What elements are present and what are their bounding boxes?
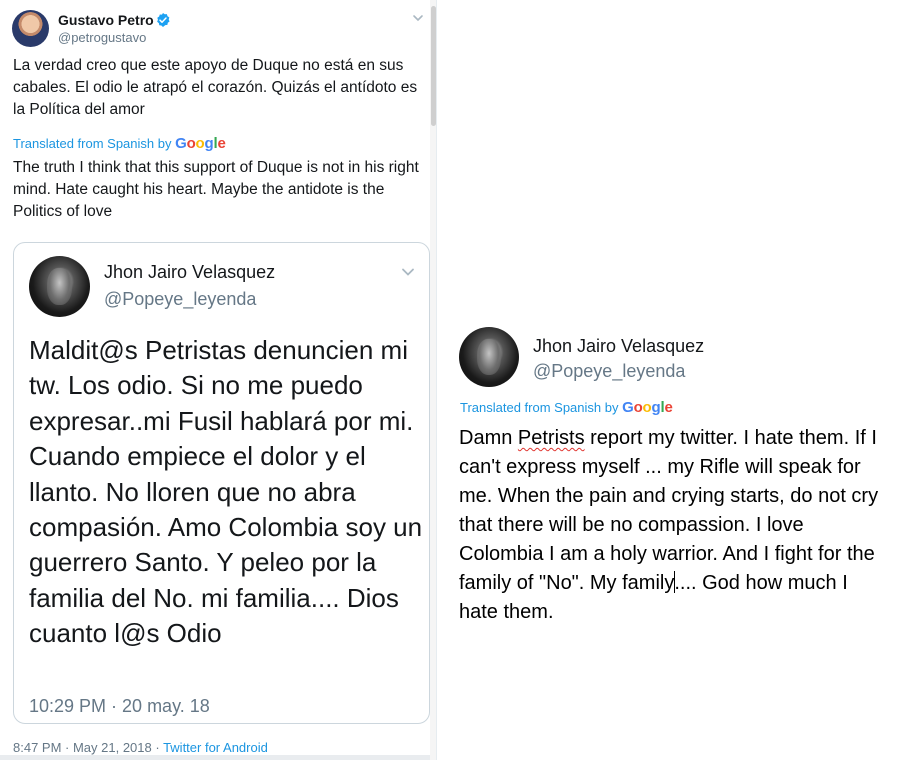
tweet-author-handle[interactable]: @petrogustavo (58, 30, 146, 45)
quoted-tweet-date[interactable]: 10:29 PM · 20 may. 18 (29, 696, 210, 717)
author-name[interactable]: Jhon Jairo Velasquez (533, 336, 704, 357)
translation-segment: Damn (459, 427, 518, 449)
tweet-author-name[interactable]: Gustavo Petro (58, 12, 154, 28)
google-logo: Google (175, 135, 226, 152)
translation-text[interactable]: Damn Petrists report my twitter. I hate … (459, 424, 879, 627)
translation-segment: report my twitter. I hate them. If I can… (459, 427, 879, 594)
tweet-source-link[interactable]: Twitter for Android (163, 740, 268, 755)
verified-badge-icon (157, 13, 170, 27)
tweet-translation: The truth I think that this support of D… (13, 159, 419, 220)
petro-avatar[interactable] (12, 10, 49, 47)
popeye-avatar[interactable] (29, 256, 90, 317)
translated-label[interactable]: Translated from Spanish by Google (460, 399, 673, 416)
google-logo: Google (622, 399, 673, 416)
translated-text: Translated from Spanish by (460, 400, 619, 415)
misspelled-word: Petrists (517, 427, 585, 449)
translated-text: Translated from Spanish by (13, 136, 172, 151)
chevron-down-icon[interactable] (401, 266, 415, 278)
popeye-avatar[interactable] (459, 327, 519, 387)
tweet-text: La verdad creo que este apoyo de Duque n… (13, 57, 418, 118)
author-handle[interactable]: @Popeye_leyenda (533, 361, 685, 382)
original-tweet-panel: Gustavo Petro @petrogustavo La verdad cr… (0, 0, 436, 760)
tweet-meta: 8:47 PM · May 21, 2018 · Twitter for And… (13, 740, 268, 755)
divider (0, 755, 436, 760)
translated-label[interactable]: Translated from Spanish by Google (13, 135, 226, 152)
tweet-timestamp[interactable]: 8:47 PM · May 21, 2018 · (13, 740, 163, 755)
quoted-tweet-text: Maldit@s Petristas denuncien mi tw. Los … (29, 335, 423, 649)
chevron-down-icon[interactable] (412, 12, 424, 24)
quoted-author-name[interactable]: Jhon Jairo Velasquez (104, 262, 275, 283)
quoted-author-handle[interactable]: @Popeye_leyenda (104, 289, 256, 310)
